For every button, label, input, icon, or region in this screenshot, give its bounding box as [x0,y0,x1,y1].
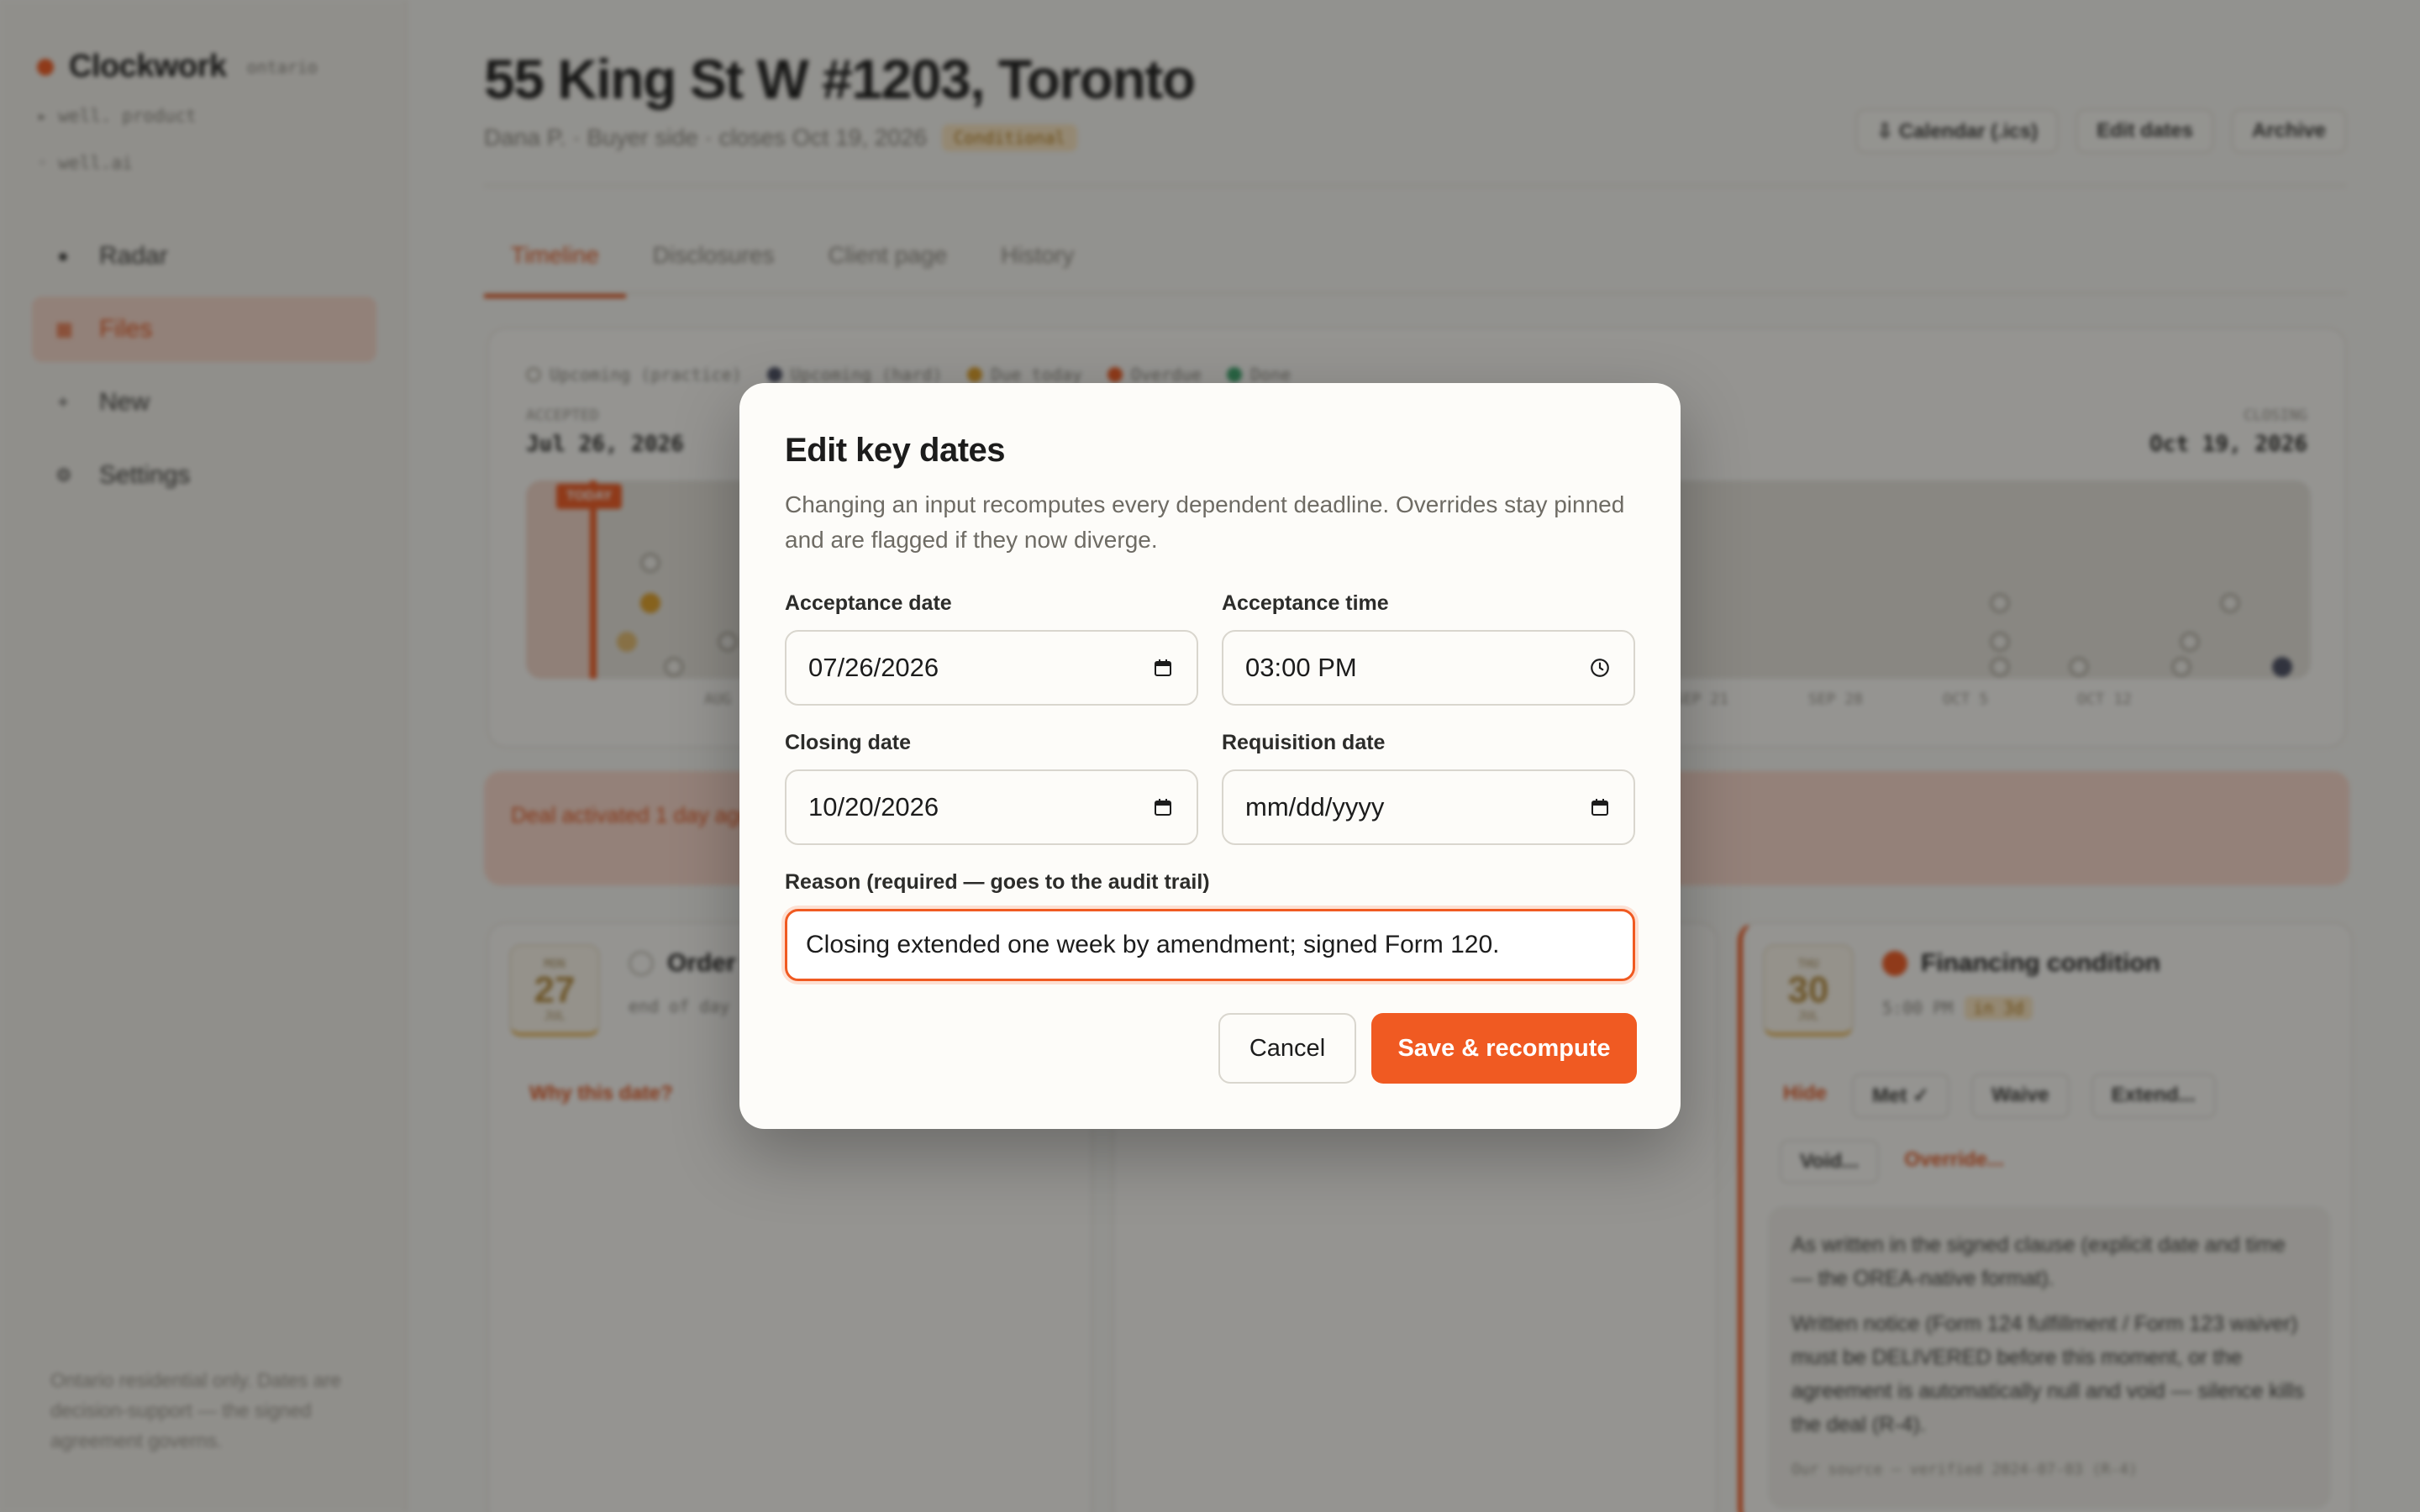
acceptance-time-input[interactable]: 03:00 PM [1222,630,1635,706]
edit-key-dates-dialog: Edit key dates Changing an input recompu… [739,383,1681,1129]
calendar-icon[interactable] [1588,795,1612,819]
reason-input[interactable]: Closing extended one week by amendment; … [785,909,1635,981]
acceptance-time-label: Acceptance time [1222,591,1389,615]
field-value: 07/26/2026 [808,653,939,682]
clock-icon[interactable] [1588,656,1612,680]
field-value: 03:00 PM [1245,653,1357,682]
calendar-icon[interactable] [1151,795,1175,819]
closing-date-input[interactable]: 10/20/2026 [785,769,1198,845]
dialog-title: Edit key dates [785,432,1006,469]
acceptance-date-input[interactable]: 07/26/2026 [785,630,1198,706]
dialog-description: Changing an input recomputes every depen… [785,491,1625,553]
acceptance-date-label: Acceptance date [785,591,952,615]
requisition-date-input[interactable]: mm/dd/yyyy [1222,769,1635,845]
field-value: 10/20/2026 [808,792,939,822]
field-placeholder: mm/dd/yyyy [1245,792,1385,822]
requisition-date-label: Requisition date [1222,731,1386,754]
cancel-button[interactable]: Cancel [1218,1013,1356,1084]
reason-label: Reason (required — goes to the audit tra… [785,870,1210,894]
save-recompute-button[interactable]: Save & recompute [1371,1013,1637,1084]
closing-date-label: Closing date [785,731,912,754]
calendar-icon[interactable] [1151,656,1175,680]
